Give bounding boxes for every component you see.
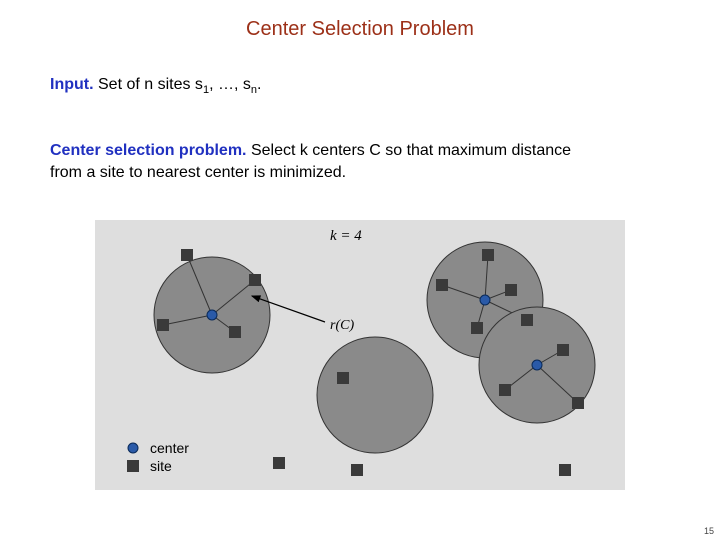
site-mark — [337, 372, 349, 384]
input-line: Input. Set of n sites s1, …, sn. — [50, 76, 261, 94]
site-mark — [229, 326, 241, 338]
center-mark — [207, 310, 217, 320]
site-mark — [559, 464, 571, 476]
site-mark — [436, 279, 448, 291]
legend-site-icon — [127, 460, 139, 472]
legend-center-icon — [128, 443, 138, 453]
site-mark — [273, 457, 285, 469]
problem-line-1: Center selection problem. Select k cente… — [50, 140, 680, 162]
input-label: Input. — [50, 76, 94, 93]
site-mark — [572, 397, 584, 409]
problem-text-1: Select k centers C so that maximum dista… — [247, 142, 572, 159]
page-number: 15 — [704, 526, 714, 536]
site-mark — [351, 464, 363, 476]
site-mark — [157, 319, 169, 331]
r-label: r(C) — [330, 318, 354, 334]
site-mark — [505, 284, 517, 296]
legend-site-text: site — [150, 458, 172, 474]
problem-label: Center selection problem. — [50, 142, 247, 159]
legend-center-text: center — [150, 440, 189, 456]
problem-line-2: from a site to nearest center is minimiz… — [50, 164, 680, 182]
input-text-c: . — [257, 76, 261, 93]
site-mark — [521, 314, 533, 326]
input-text-b: , …, s — [209, 76, 251, 93]
site-mark — [482, 249, 494, 261]
page-title: Center Selection Problem — [0, 18, 720, 41]
site-mark — [181, 249, 193, 261]
site-mark — [557, 344, 569, 356]
center-mark — [480, 295, 490, 305]
input-text-a: Set of n sites s — [94, 76, 203, 93]
center-circle — [317, 337, 433, 453]
site-mark — [499, 384, 511, 396]
input-sub-1: 1 — [203, 84, 209, 96]
center-mark — [532, 360, 542, 370]
site-mark — [249, 274, 261, 286]
site-mark — [471, 322, 483, 334]
k-label: k = 4 — [330, 228, 362, 245]
input-sub-n: n — [251, 84, 257, 96]
